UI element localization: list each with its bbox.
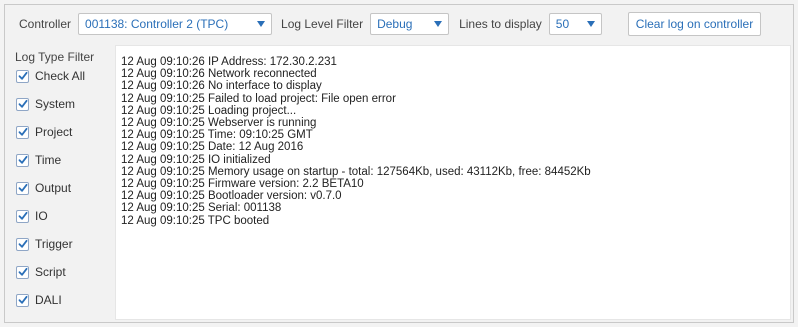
filter-label: DALI xyxy=(35,293,62,307)
log-line: 12 Aug 09:10:25 Firmware version: 2.2 BE… xyxy=(121,178,364,191)
filter-label: Check All xyxy=(35,69,86,83)
checkbox-icon[interactable] xyxy=(16,125,29,139)
lines-to-display-label: Lines to display xyxy=(459,17,542,31)
log-line: 12 Aug 09:10:25 Time: 09:10:25 GMT xyxy=(121,129,313,142)
chevron-down-icon xyxy=(586,21,595,27)
log-line: 12 Aug 09:10:25 IO initialized xyxy=(121,153,271,166)
log-line: 12 Aug 09:10:26 IP Address: 172.30.2.231 xyxy=(121,56,337,68)
controller-label: Controller xyxy=(19,17,72,31)
lines-select-value: 50 xyxy=(555,17,570,31)
checkbox-icon[interactable] xyxy=(16,293,29,307)
checkbox-icon[interactable] xyxy=(16,97,29,111)
chevron-down-icon xyxy=(257,21,266,27)
log-level-label: Log Level Filter xyxy=(281,17,364,31)
filter-script-checkbox[interactable]: Script xyxy=(16,263,66,281)
controller-select-value: 001138: Controller 2 (TPC) xyxy=(85,17,229,31)
log-level-select-value: Debug xyxy=(377,17,413,31)
filter-dali-checkbox[interactable]: DALI xyxy=(16,291,62,309)
log-line: 12 Aug 09:10:25 Loading project... xyxy=(121,104,297,117)
log-line: 12 Aug 09:10:26 No interface to display xyxy=(121,80,322,93)
log-line: 12 Aug 09:10:25 Bootloader version: v0.7… xyxy=(121,190,342,203)
checkbox-icon[interactable] xyxy=(16,181,29,195)
checkbox-icon[interactable] xyxy=(16,265,29,279)
log-lines: 12 Aug 09:10:26 IP Address: 172.30.2.231… xyxy=(121,56,786,227)
checkbox-icon[interactable] xyxy=(16,209,29,223)
filter-time-checkbox[interactable]: Time xyxy=(16,151,61,169)
log-line: 12 Aug 09:10:25 Webserver is running xyxy=(121,117,317,130)
log-line: 12 Aug 09:10:25 TPC booted xyxy=(121,214,270,227)
filter-check-all-checkbox[interactable]: Check All xyxy=(16,67,85,85)
filter-label: Time xyxy=(35,153,62,167)
filter-label: Trigger xyxy=(35,237,73,251)
chevron-down-icon xyxy=(434,21,443,27)
filter-system-checkbox[interactable]: System xyxy=(16,95,75,113)
checkbox-icon[interactable] xyxy=(16,69,29,83)
clear-log-button[interactable]: Clear log on controller xyxy=(627,12,762,36)
filter-label: System xyxy=(35,97,76,111)
checkbox-icon[interactable] xyxy=(16,237,29,251)
log-line: 12 Aug 09:10:25 Date: 12 Aug 2016 xyxy=(121,141,304,154)
log-type-filter-panel: Log Type Filter Check All System Project Ti… xyxy=(5,45,113,322)
filter-trigger-checkbox[interactable]: Trigger xyxy=(16,235,73,253)
log-level-select[interactable]: Debug xyxy=(370,13,450,35)
filter-project-checkbox[interactable]: Project xyxy=(16,123,72,141)
filter-label: Output xyxy=(35,181,72,195)
log-line: 12 Aug 09:10:25 Failed to load project: … xyxy=(121,92,396,105)
log-output-panel[interactable]: 12 Aug 09:10:26 IP Address: 172.30.2.231… xyxy=(115,45,791,320)
filter-label: Script xyxy=(35,265,66,279)
filter-label: Project xyxy=(35,125,73,139)
log-line: 12 Aug 09:10:25 Serial: 001138 xyxy=(121,202,282,215)
filter-label: IO xyxy=(35,209,48,223)
filter-output-checkbox[interactable]: Output xyxy=(16,179,71,197)
controller-select[interactable]: 001138: Controller 2 (TPC) xyxy=(78,13,273,35)
log-line: 12 Aug 09:10:25 Memory usage on startup … xyxy=(121,165,591,178)
toolbar: Controller 001138: Controller 2 (TPC) Lo… xyxy=(5,5,793,43)
log-line: 12 Aug 09:10:26 Network reconnected xyxy=(121,68,317,81)
lines-to-display-select[interactable]: 50 xyxy=(548,13,602,35)
log-viewer-window: Controller 001138: Controller 2 (TPC) Lo… xyxy=(4,4,794,323)
checkbox-icon[interactable] xyxy=(16,153,29,167)
filter-io-checkbox[interactable]: IO xyxy=(16,207,48,225)
log-type-filter-title: Log Type Filter xyxy=(15,50,95,64)
